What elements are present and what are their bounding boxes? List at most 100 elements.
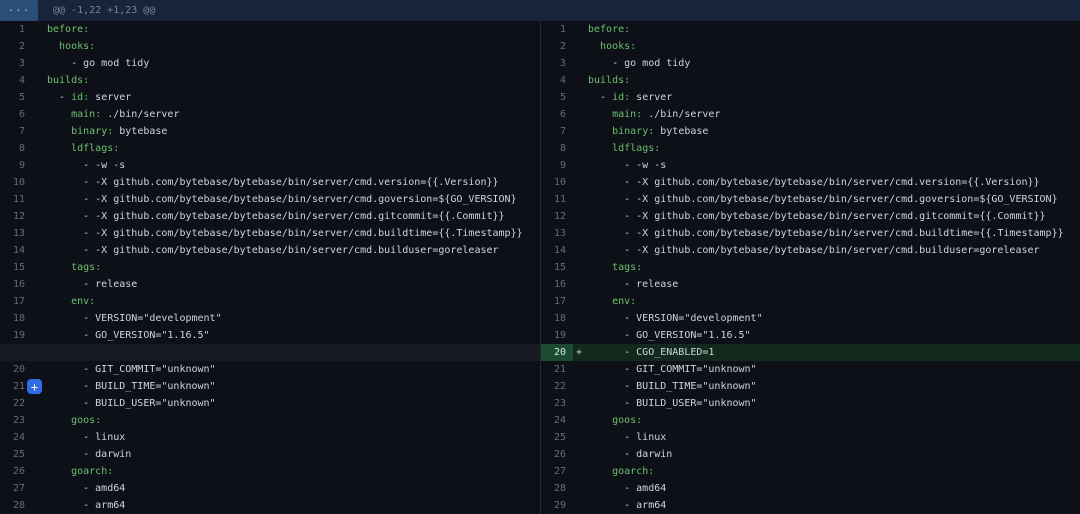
line-number[interactable]: 22 — [0, 395, 32, 412]
line-number[interactable]: 11 — [0, 191, 32, 208]
line-number[interactable]: 22 — [541, 378, 573, 395]
line-number[interactable]: 13 — [0, 225, 32, 242]
line-number[interactable]: 25 — [0, 446, 32, 463]
line-number[interactable]: 18 — [541, 310, 573, 327]
code-line: - -w -s — [588, 157, 666, 174]
line-number[interactable]: 26 — [541, 446, 573, 463]
line-number[interactable]: 7 — [0, 123, 32, 140]
line-number[interactable]: 28 — [0, 497, 32, 514]
diff-marker — [573, 208, 588, 225]
line-number[interactable]: 14 — [541, 242, 573, 259]
diff-marker — [573, 412, 588, 429]
line-number[interactable]: 9 — [541, 157, 573, 174]
line-number[interactable]: 1 — [0, 21, 32, 38]
line-number[interactable]: 23 — [0, 412, 32, 429]
diff-row: 20+ - CGO_ENABLED=1 — [541, 344, 1080, 361]
line-number[interactable]: 17 — [541, 293, 573, 310]
line-number[interactable]: 6 — [0, 106, 32, 123]
line-number[interactable]: 20 — [0, 361, 32, 378]
code-line: - linux — [47, 429, 125, 446]
line-number[interactable]: 2 — [541, 38, 573, 55]
line-number[interactable]: 16 — [0, 276, 32, 293]
code-line: - -X github.com/bytebase/bytebase/bin/se… — [588, 225, 1064, 242]
line-number[interactable]: 6 — [541, 106, 573, 123]
diff-marker — [32, 293, 47, 310]
line-number[interactable]: 8 — [541, 140, 573, 157]
line-number[interactable]: 5 — [541, 89, 573, 106]
diff-row: 23 - BUILD_USER="unknown" — [541, 395, 1080, 412]
diff-marker — [32, 140, 47, 157]
line-number[interactable]: 10 — [0, 174, 32, 191]
line-number[interactable]: 26 — [0, 463, 32, 480]
line-number[interactable]: 2 — [0, 38, 32, 55]
diff-marker — [573, 123, 588, 140]
line-number[interactable]: 24 — [541, 412, 573, 429]
diff-marker — [32, 225, 47, 242]
line-number[interactable]: 25 — [541, 429, 573, 446]
diff-marker — [573, 174, 588, 191]
line-number[interactable]: 18 — [0, 310, 32, 327]
line-number[interactable]: 27 — [0, 480, 32, 497]
diff-row: 9 - -w -s — [0, 157, 540, 174]
code-line: - amd64 — [47, 480, 125, 497]
code-line: ldflags: — [588, 140, 660, 157]
line-number[interactable]: 3 — [0, 55, 32, 72]
diff-row: 24 goos: — [541, 412, 1080, 429]
line-number[interactable]: 28 — [541, 480, 573, 497]
line-number[interactable]: 20 — [541, 344, 573, 361]
line-number[interactable]: 15 — [0, 259, 32, 276]
code-line: builds: — [588, 72, 630, 89]
line-number[interactable]: 23 — [541, 395, 573, 412]
code-line: - amd64 — [588, 480, 666, 497]
diff-row: 8 ldflags: — [0, 140, 540, 157]
diff-marker — [32, 242, 47, 259]
diff-marker — [32, 327, 47, 344]
line-number[interactable]: 19 — [0, 327, 32, 344]
code-line: - -X github.com/bytebase/bytebase/bin/se… — [47, 174, 499, 191]
line-number[interactable]: 19 — [541, 327, 573, 344]
line-number[interactable]: 29 — [541, 497, 573, 514]
line-number[interactable]: 27 — [541, 463, 573, 480]
add-comment-button[interactable]: + — [27, 379, 42, 394]
diff-marker — [32, 463, 47, 480]
diff-row: 22 - BUILD_TIME="unknown" — [541, 378, 1080, 395]
diff-marker — [573, 157, 588, 174]
code-line: - -w -s — [47, 157, 125, 174]
line-number[interactable]: 15 — [541, 259, 573, 276]
diff-row: 13 - -X github.com/bytebase/bytebase/bin… — [541, 225, 1080, 242]
line-number[interactable]: 21 — [541, 361, 573, 378]
line-number[interactable]: 1 — [541, 21, 573, 38]
line-number[interactable]: 13 — [541, 225, 573, 242]
line-number[interactable]: 7 — [541, 123, 573, 140]
expand-hunk-button[interactable]: ··· — [0, 0, 38, 21]
line-number[interactable]: 3 — [541, 55, 573, 72]
code-line: - -X github.com/bytebase/bytebase/bin/se… — [588, 208, 1046, 225]
diff-pane-new: 1before:2 hooks:3 - go mod tidy4builds:5… — [540, 21, 1080, 514]
diff-row: 16 - release — [541, 276, 1080, 293]
line-number[interactable]: 24 — [0, 429, 32, 446]
line-number[interactable]: 12 — [0, 208, 32, 225]
code-line: before: — [588, 21, 630, 38]
diff-marker — [573, 38, 588, 55]
line-number[interactable]: 14 — [0, 242, 32, 259]
code-line: - go mod tidy — [47, 55, 149, 72]
diff-row: 12 - -X github.com/bytebase/bytebase/bin… — [0, 208, 540, 225]
diff-row: 28 - amd64 — [541, 480, 1080, 497]
line-number[interactable]: 11 — [541, 191, 573, 208]
line-number[interactable]: 16 — [541, 276, 573, 293]
line-number[interactable]: 8 — [0, 140, 32, 157]
code-line: goos: — [588, 412, 642, 429]
line-number[interactable]: 12 — [541, 208, 573, 225]
line-number[interactable]: 9 — [0, 157, 32, 174]
line-number[interactable]: 10 — [541, 174, 573, 191]
diff-marker — [32, 123, 47, 140]
line-number[interactable]: 4 — [0, 72, 32, 89]
diff-row: 10 - -X github.com/bytebase/bytebase/bin… — [0, 174, 540, 191]
line-number[interactable]: 5 — [0, 89, 32, 106]
code-line: - BUILD_TIME="unknown" — [588, 378, 757, 395]
line-number[interactable]: 17 — [0, 293, 32, 310]
code-line: - id: server — [47, 89, 131, 106]
line-number[interactable]: 4 — [541, 72, 573, 89]
diff-row: 24 - linux — [0, 429, 540, 446]
diff-row: 10 - -X github.com/bytebase/bytebase/bin… — [541, 174, 1080, 191]
